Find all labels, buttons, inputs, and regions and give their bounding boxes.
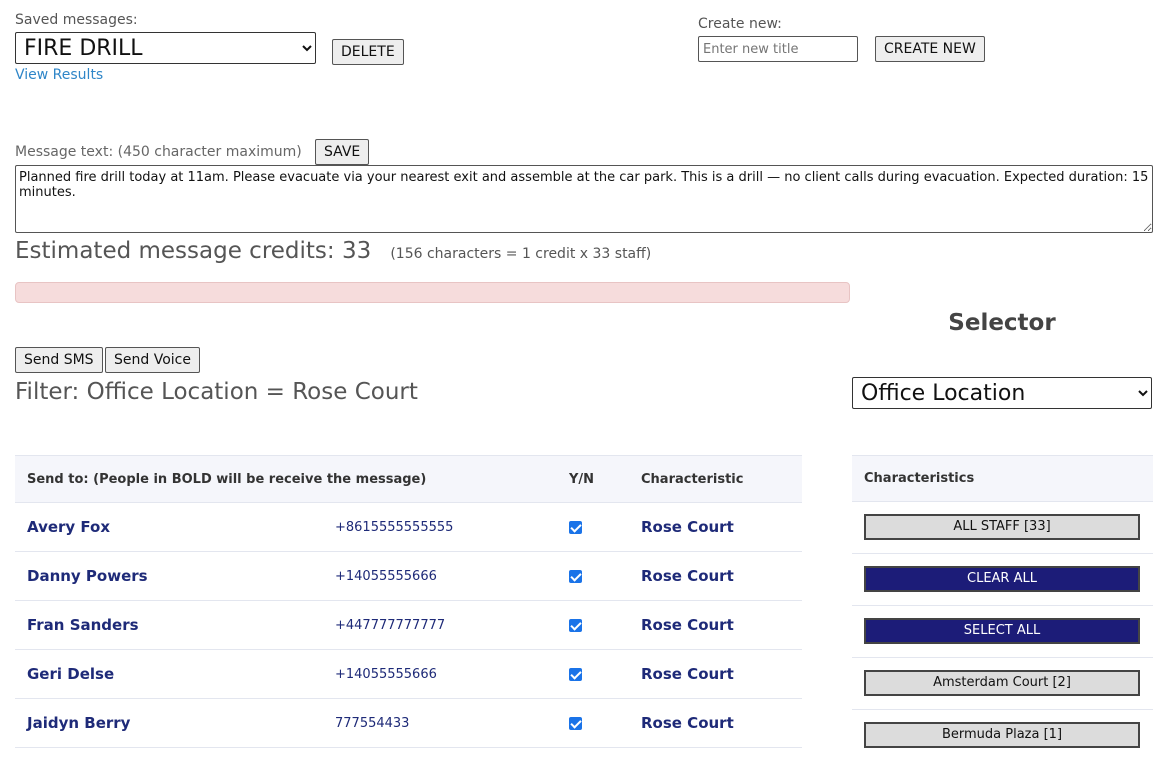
selector-heading: Selector [948, 310, 1056, 336]
save-button[interactable]: SAVE [315, 139, 370, 165]
characteristic-row: Bermuda Plaza [1] [852, 710, 1153, 762]
recipient-phone: +14055555666 [323, 649, 557, 699]
characteristic-row: CLEAR ALL [852, 554, 1153, 606]
table-row: Fran Sanders +447777777777 Rose Court [15, 600, 802, 650]
credits-estimate: Estimated message credits: 33 [15, 238, 372, 264]
recipient-checkbox[interactable] [569, 520, 582, 534]
table-row: Jaidyn Berry 777554433 Rose Court [15, 698, 802, 748]
recipient-phone: +8615555555555 [323, 502, 557, 552]
recipient-checkbox-cell [557, 698, 629, 748]
bermuda-plaza-button[interactable]: Bermuda Plaza [1] [864, 722, 1140, 748]
credits-progress-bar [15, 282, 850, 303]
recipient-checkbox-cell [557, 649, 629, 699]
recipient-name: Geri Delse [15, 649, 323, 699]
message-textarea[interactable]: Planned fire drill today at 11am. Please… [15, 165, 1153, 233]
filter-text: Filter: Office Location = Rose Court [15, 379, 418, 405]
new-title-input[interactable] [698, 36, 858, 62]
recipient-characteristic: Rose Court [629, 649, 802, 699]
send-sms-button[interactable]: Send SMS [15, 347, 103, 373]
clear-all-button[interactable]: CLEAR ALL [864, 566, 1140, 592]
characteristic-row: Amsterdam Court [2] [852, 658, 1153, 710]
view-results-link[interactable]: View Results [15, 67, 103, 83]
all-staff-button[interactable]: ALL STAFF [33] [864, 514, 1140, 540]
credits-line: Estimated message credits: 33 (156 chara… [15, 238, 651, 264]
recipient-name: Danny Powers [15, 551, 323, 601]
saved-messages-select[interactable]: FIRE DRILL [15, 32, 316, 64]
table-row: Danny Powers +14055555666 Rose Court [15, 551, 802, 601]
header-characteristic: Characteristic [629, 455, 802, 503]
recipient-checkbox[interactable] [569, 618, 582, 632]
characteristic-row: SELECT ALL [852, 606, 1153, 658]
recipient-checkbox-cell [557, 502, 629, 552]
recipient-characteristic: Rose Court [629, 600, 802, 650]
selector-select[interactable]: Office Location [852, 377, 1152, 409]
create-new-label: Create new: [698, 16, 782, 32]
characteristic-row: ALL STAFF [33] [852, 502, 1153, 554]
message-text-label: Message text: (450 character maximum) [15, 144, 302, 160]
recipient-checkbox[interactable] [569, 667, 582, 681]
select-all-button[interactable]: SELECT ALL [864, 618, 1140, 644]
header-yn: Y/N [557, 455, 629, 503]
recipient-phone: +14055555666 [323, 551, 557, 601]
recipient-phone: 777554433 [323, 698, 557, 748]
recipient-characteristic: Rose Court [629, 502, 802, 552]
recipient-name: Jaidyn Berry [15, 698, 323, 748]
create-new-button[interactable]: CREATE NEW [875, 36, 985, 62]
amsterdam-court-button[interactable]: Amsterdam Court [2] [864, 670, 1140, 696]
delete-button[interactable]: DELETE [332, 39, 404, 65]
credits-detail: (156 characters = 1 credit x 33 staff) [390, 246, 652, 262]
recipient-characteristic: Rose Court [629, 551, 802, 601]
header-send-to: Send to: (People in BOLD will be receive… [15, 455, 557, 503]
recipient-phone: +447777777777 [323, 600, 557, 650]
recipient-name: Avery Fox [15, 502, 323, 552]
saved-messages-label: Saved messages: [15, 12, 138, 28]
send-voice-button[interactable]: Send Voice [105, 347, 200, 373]
recipient-checkbox[interactable] [569, 716, 582, 730]
recipient-checkbox[interactable] [569, 569, 582, 583]
table-row: Avery Fox +8615555555555 Rose Court [15, 502, 802, 552]
characteristics-panel: Characteristics ALL STAFF [33] CLEAR ALL… [852, 455, 1153, 762]
table-row: Geri Delse +14055555666 Rose Court [15, 649, 802, 699]
recipient-checkbox-cell [557, 551, 629, 601]
table-header-row: Send to: (People in BOLD will be receive… [15, 455, 802, 503]
recipients-table: Send to: (People in BOLD will be receive… [15, 455, 802, 748]
recipient-name: Fran Sanders [15, 600, 323, 650]
characteristics-header: Characteristics [852, 455, 1153, 502]
recipient-characteristic: Rose Court [629, 698, 802, 748]
recipient-checkbox-cell [557, 600, 629, 650]
